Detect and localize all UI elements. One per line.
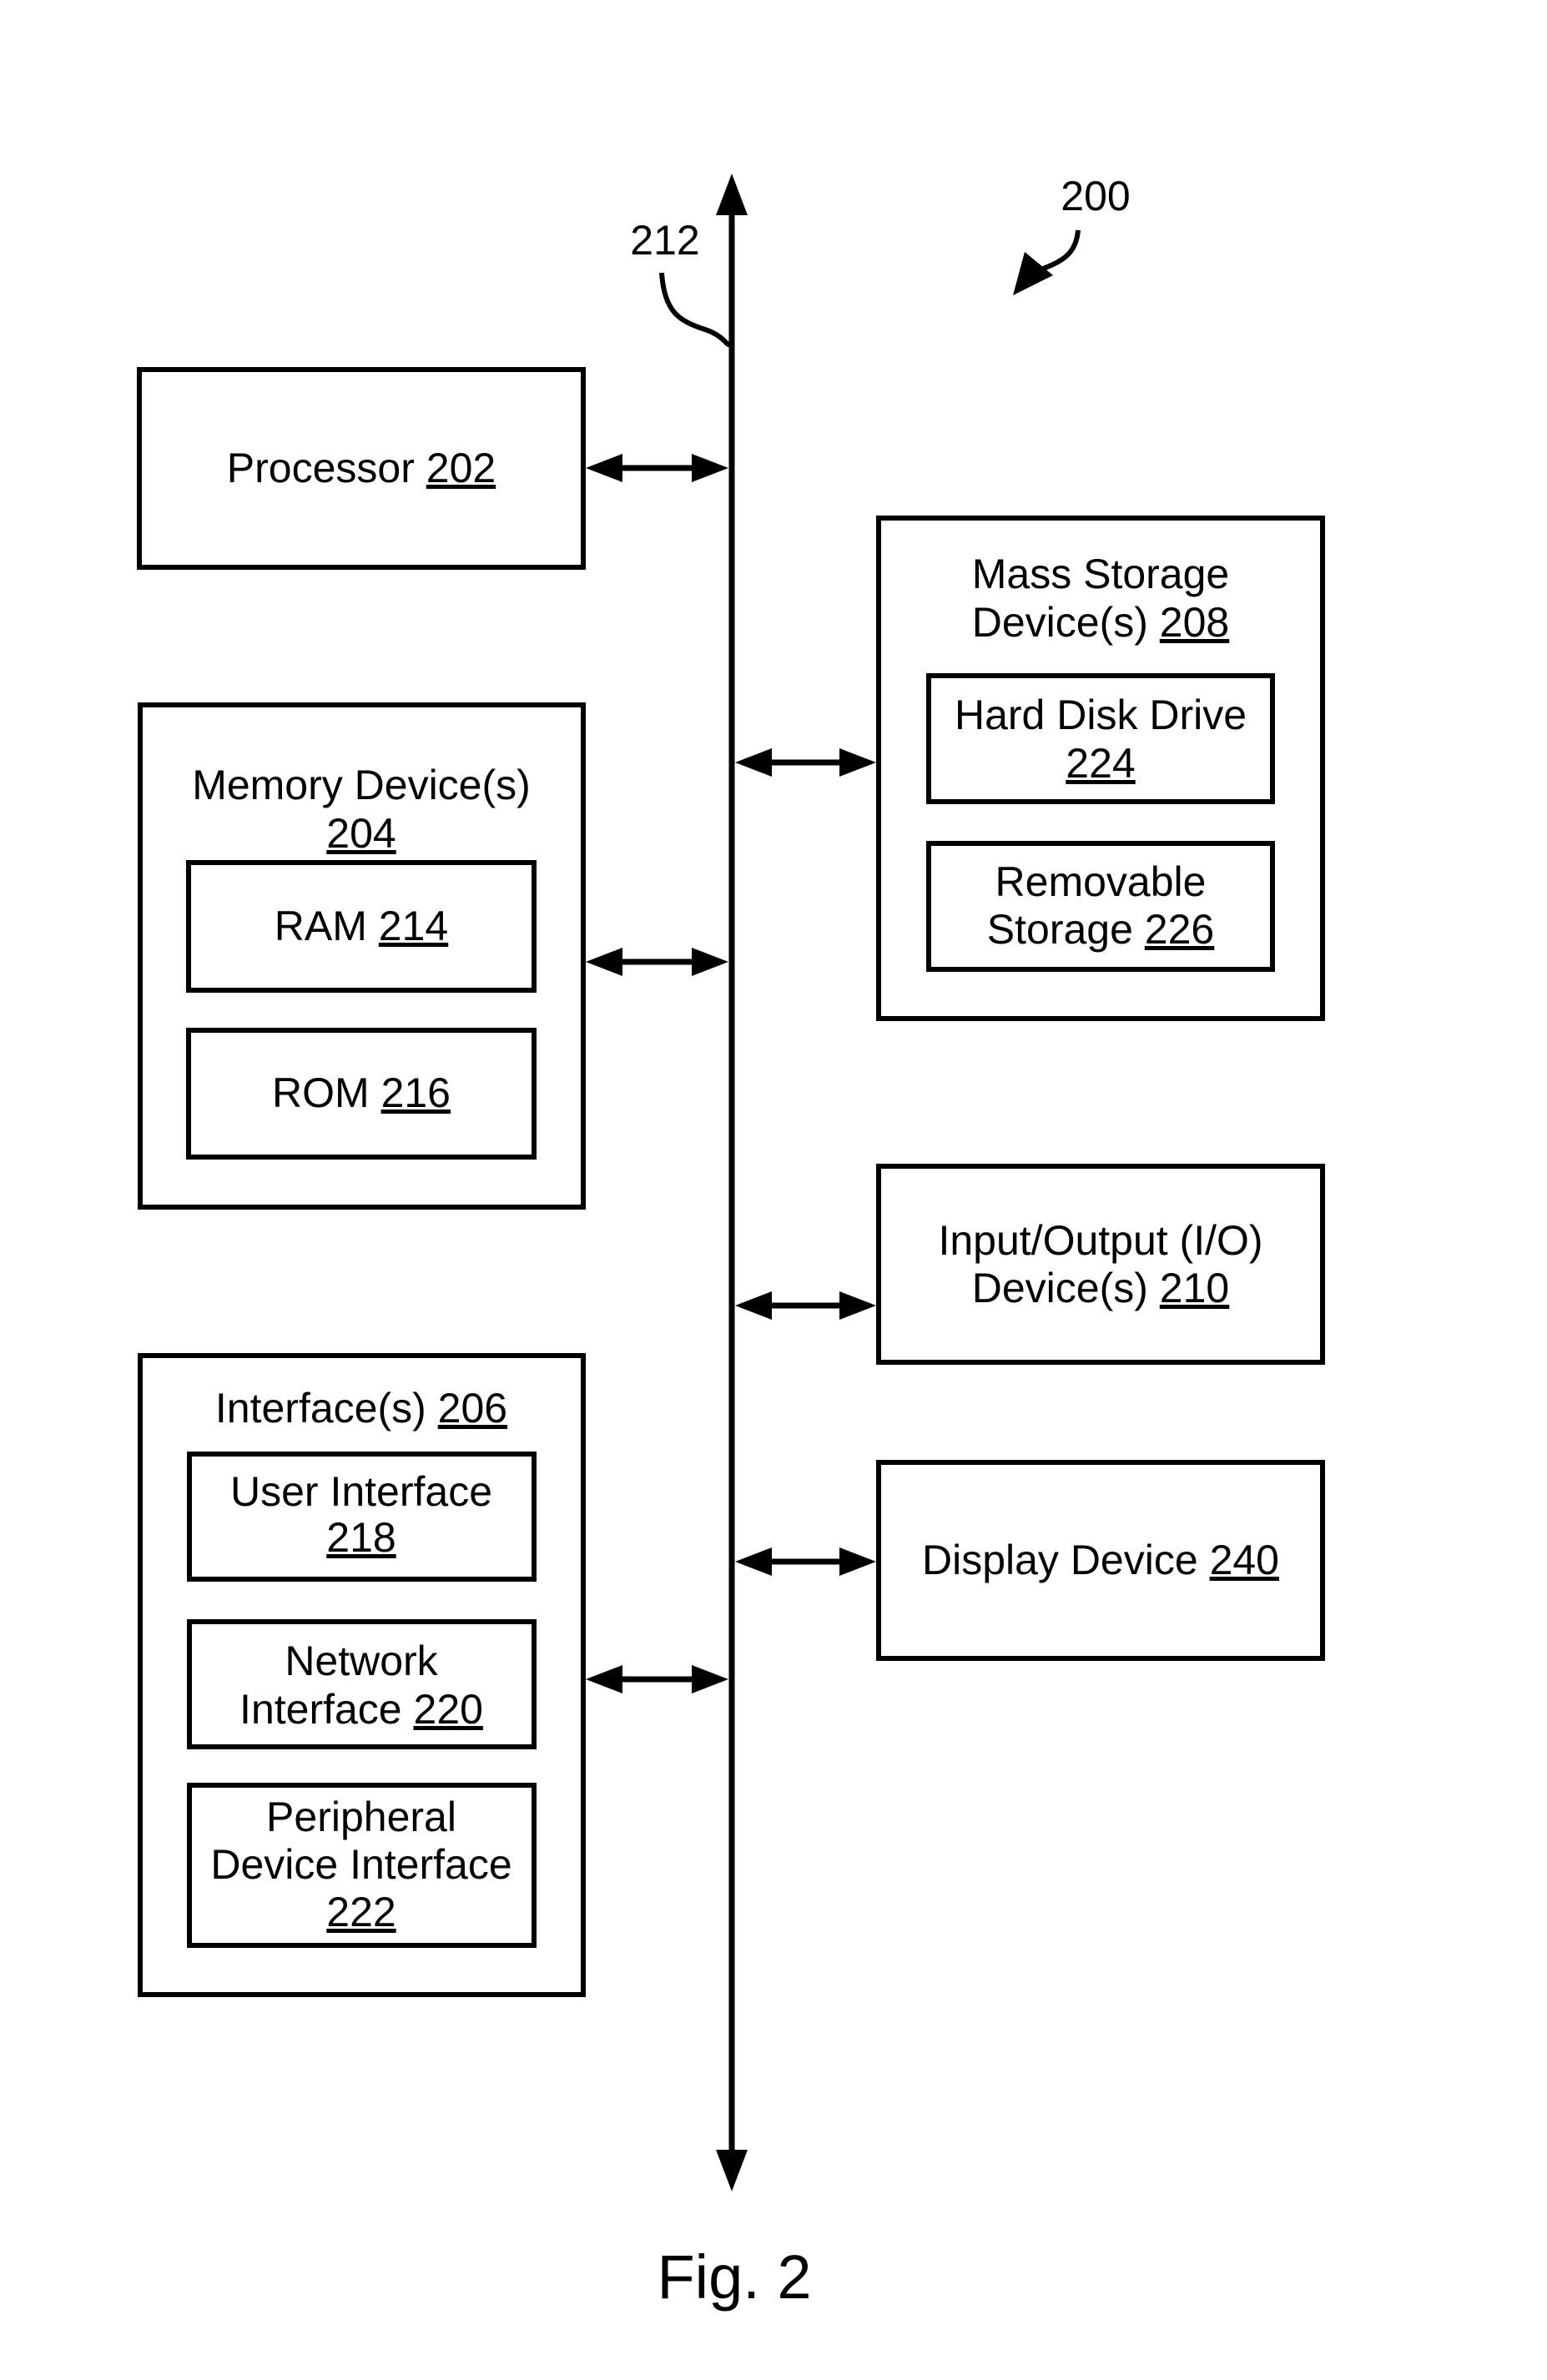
arrow-left-icon (735, 748, 772, 777)
user-interface-name: User Interface (230, 1468, 492, 1515)
arrow-left-icon (586, 1665, 622, 1693)
figure-reference-leader (1041, 229, 1081, 271)
display-ref: 240 (1210, 1537, 1279, 1583)
removable-storage-line2: Storage 226 (987, 906, 1214, 953)
arrow-right-icon (692, 948, 728, 976)
mass-storage-ref: 208 (1160, 599, 1229, 646)
memory-ref: 204 (326, 810, 396, 857)
mass-storage-block[interactable]: Mass Storage Device(s) 208 Hard Disk Dri… (876, 516, 1325, 1021)
removable-storage-name: Storage (987, 906, 1133, 953)
user-interface-block[interactable]: User Interface 218 (187, 1452, 537, 1582)
io-ref: 210 (1160, 1265, 1229, 1311)
io-name: Device(s) (972, 1265, 1148, 1311)
processor-block[interactable]: Processor 202 (137, 367, 586, 570)
arrow-left-icon (586, 454, 622, 482)
arrow-right-icon (692, 454, 728, 482)
interfaces-block[interactable]: Interface(s) 206 User Interface 218 Netw… (138, 1353, 586, 1997)
processor-bus-connection (586, 454, 728, 482)
io-line1: Input/Output (I/O) (938, 1217, 1262, 1264)
arrow-right-icon (839, 748, 876, 777)
interfaces-bus-connection (586, 1665, 728, 1693)
arrow-left-icon (586, 948, 622, 976)
removable-storage-ref: 226 (1145, 906, 1214, 953)
processor-label: Processor 202 (227, 445, 496, 491)
io-bus-connection (735, 1291, 876, 1320)
figure-reference-arrow-icon (1013, 252, 1053, 295)
arrow-left-icon (735, 1291, 772, 1320)
bus-label: 212 (630, 217, 699, 264)
processor-name: Processor (227, 445, 415, 491)
processor-ref: 202 (426, 445, 496, 491)
io-block[interactable]: Input/Output (I/O) Device(s) 210 (876, 1164, 1325, 1365)
user-interface-ref: 218 (326, 1514, 396, 1561)
rom-name: ROM (272, 1069, 370, 1116)
bus-label-leader (659, 272, 732, 347)
interfaces-label: Interface(s) 206 (215, 1385, 507, 1432)
peripheral-interface-block[interactable]: Peripheral Device Interface 222 (187, 1783, 537, 1948)
arrow-right-icon (839, 1547, 876, 1576)
hard-disk-ref: 224 (1066, 740, 1135, 787)
display-block[interactable]: Display Device 240 (876, 1460, 1325, 1661)
display-name: Display Device (922, 1537, 1198, 1583)
ram-name: RAM (275, 903, 367, 949)
system-bus (716, 174, 748, 2191)
interfaces-ref: 206 (438, 1385, 507, 1432)
rom-ref: 216 (381, 1069, 451, 1116)
figure-reference-number: 200 (1061, 173, 1130, 219)
hard-disk-block[interactable]: Hard Disk Drive 224 (926, 673, 1275, 804)
network-interface-ref: 220 (414, 1686, 483, 1733)
display-label: Display Device 240 (922, 1537, 1279, 1583)
mass-storage-line2: Device(s) 208 (972, 599, 1229, 646)
arrow-right-icon (839, 1291, 876, 1320)
bus-arrow-up-icon (716, 174, 748, 215)
removable-storage-line1: Removable (995, 858, 1207, 905)
network-interface-block[interactable]: Network Interface 220 (187, 1619, 537, 1749)
peripheral-interface-line1: Peripheral (266, 1794, 456, 1840)
memory-block[interactable]: Memory Device(s) 204 RAM 214 ROM 216 (138, 702, 586, 1210)
figure-caption: Fig. 2 (657, 2242, 811, 2312)
network-interface-name: Interface (239, 1686, 402, 1733)
peripheral-interface-ref: 222 (326, 1889, 396, 1935)
memory-bus-connection (586, 948, 728, 976)
memory-name: Memory Device(s) (192, 762, 531, 808)
mass-storage-line1: Mass Storage (972, 551, 1229, 597)
io-line2: Device(s) 210 (972, 1265, 1229, 1311)
display-bus-connection (735, 1547, 876, 1576)
block-diagram: 212 200 Processor 202 Memory Device(s) 2… (137, 173, 1325, 2312)
arrow-left-icon (735, 1547, 772, 1576)
peripheral-interface-line2: Device Interface (210, 1841, 511, 1888)
network-interface-line2: Interface 220 (239, 1686, 483, 1733)
rom-label: ROM 216 (272, 1069, 451, 1116)
interfaces-name: Interface(s) (215, 1385, 426, 1432)
ram-label: RAM 214 (275, 903, 448, 949)
mass-storage-name: Device(s) (972, 599, 1148, 646)
ram-ref: 214 (379, 903, 448, 949)
arrow-right-icon (692, 1665, 728, 1693)
mass-storage-bus-connection (735, 748, 876, 777)
rom-block[interactable]: ROM 216 (186, 1028, 537, 1160)
removable-storage-block[interactable]: Removable Storage 226 (926, 841, 1275, 972)
hard-disk-name: Hard Disk Drive (955, 692, 1247, 738)
bus-arrow-down-icon (716, 2150, 748, 2191)
ram-block[interactable]: RAM 214 (186, 860, 537, 993)
network-interface-line1: Network (285, 1638, 438, 1684)
